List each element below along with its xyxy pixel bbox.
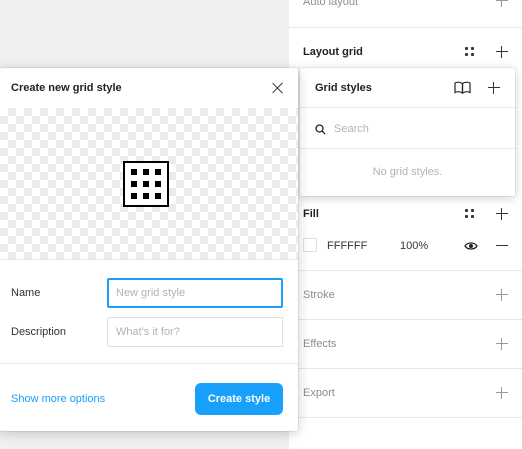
add-auto-layout-icon[interactable] (496, 0, 508, 7)
minus-icon[interactable] (496, 245, 508, 246)
dialog-header: Create new grid style (0, 68, 298, 108)
description-label: Description (11, 326, 67, 338)
grid-style-preview (0, 108, 298, 260)
fill-styles-four-dots-icon[interactable] (465, 209, 474, 218)
show-more-options-link[interactable]: Show more options (11, 393, 105, 405)
export-title: Export (303, 387, 335, 399)
grid-styles-four-dots-icon[interactable] (465, 47, 474, 56)
dialog-title: Create new grid style (11, 82, 122, 94)
close-icon[interactable] (272, 82, 284, 94)
eye-icon[interactable] (464, 241, 478, 251)
add-layout-grid-icon[interactable] (496, 46, 508, 58)
no-grid-styles-text: No grid styles. (372, 166, 443, 178)
create-style-button[interactable]: Create style (195, 383, 283, 415)
dialog-divider (0, 363, 298, 364)
create-grid-style-dialog: Create new grid style Name Description S… (0, 68, 298, 431)
name-label: Name (11, 287, 41, 299)
auto-layout-title: Auto layout (303, 0, 359, 8)
effects-title: Effects (303, 338, 337, 350)
grid-styles-title: Grid styles (315, 82, 372, 94)
grid-styles-search[interactable]: Search (300, 109, 515, 149)
add-stroke-icon[interactable] (496, 289, 508, 301)
grid-icon (123, 161, 169, 207)
grid-styles-header: Grid styles (300, 68, 515, 108)
fill-color-swatch[interactable] (303, 238, 317, 252)
fill-opacity-value[interactable]: 100% (400, 240, 428, 252)
name-input[interactable] (107, 278, 283, 308)
book-icon[interactable] (454, 81, 471, 94)
search-icon (315, 124, 326, 135)
stroke-section: Stroke (289, 271, 522, 320)
stroke-title: Stroke (303, 289, 335, 301)
add-export-icon[interactable] (496, 387, 508, 399)
add-effect-icon[interactable] (496, 338, 508, 350)
add-fill-icon[interactable] (496, 208, 508, 220)
effects-section: Effects (289, 320, 522, 369)
search-placeholder[interactable]: Search (334, 123, 369, 135)
layout-grid-title: Layout grid (303, 46, 363, 58)
description-input[interactable] (107, 317, 283, 347)
grid-styles-popover: Grid styles Search No grid styles. (300, 68, 515, 196)
fill-title: Fill (303, 208, 319, 220)
fill-section: Fill FFFFFF 100% (289, 198, 522, 271)
export-section: Export (289, 369, 522, 418)
auto-layout-section: Auto layout (289, 0, 522, 28)
fill-hex-value[interactable]: FFFFFF (327, 240, 367, 252)
